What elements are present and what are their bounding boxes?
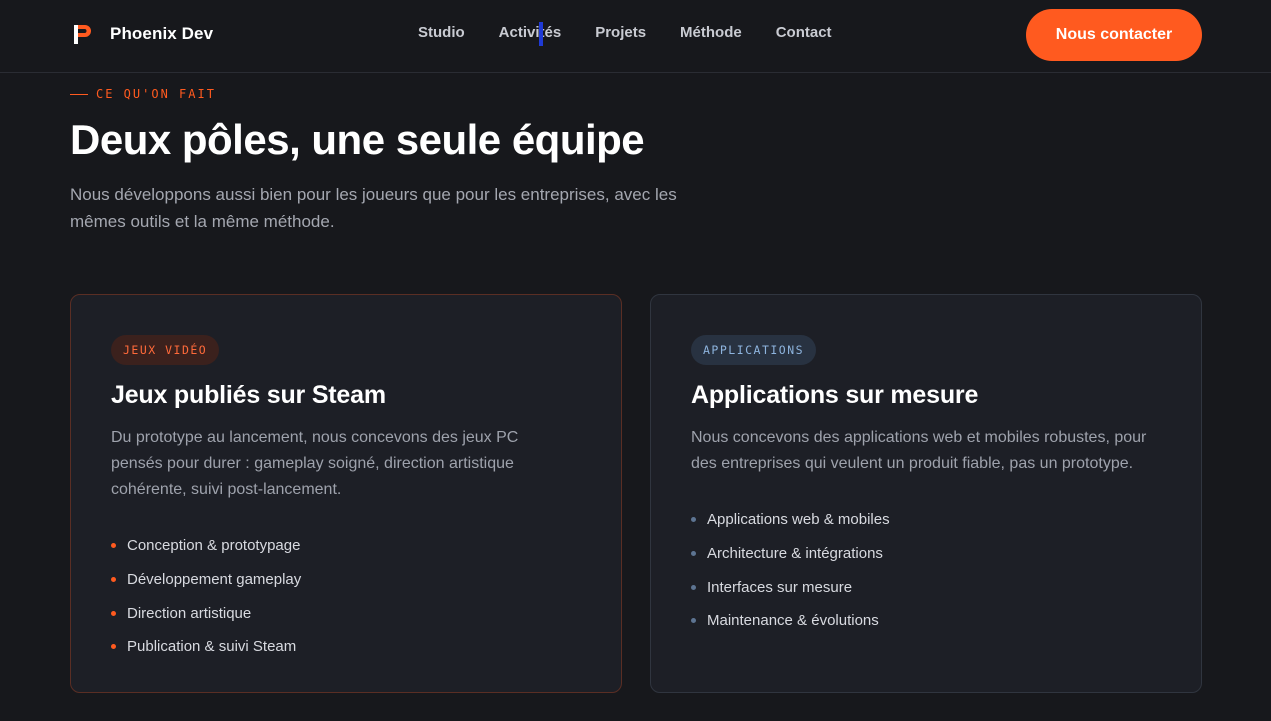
feature-label: Conception & prototypage — [127, 537, 301, 555]
feature-label: Architecture & intégrations — [707, 545, 883, 563]
nav-contact[interactable]: Contact — [776, 24, 832, 41]
phoenix-logo-icon — [74, 25, 91, 44]
nav-methode[interactable]: Méthode — [680, 24, 742, 41]
site-header: Phoenix Dev Studio Activités Projets Mét… — [0, 0, 1271, 73]
card-description-apps: Nous concevons des applications web et m… — [691, 429, 1147, 472]
contact-us-button[interactable]: Nous contacter — [1026, 9, 1202, 61]
card-tag-games: JEUX VIDÉO — [111, 335, 220, 365]
feature-list-games: Conception & prototypage Développement g… — [111, 529, 581, 664]
list-item: Développement gameplay — [111, 563, 581, 597]
list-item: Publication & suivi Steam — [111, 630, 581, 664]
feature-label: Publication & suivi Steam — [127, 638, 297, 656]
bullet-icon — [691, 584, 696, 590]
brand-name: Phoenix Dev — [110, 24, 214, 43]
card-title-games: Jeux publiés sur Steam — [111, 381, 386, 409]
feature-label: Développement gameplay — [127, 571, 302, 589]
list-item: Maintenance & évolutions — [691, 604, 1161, 638]
section-title: Deux pôles, une seule équipe — [70, 116, 645, 163]
eyebrow-dash — [70, 93, 88, 95]
brand-link[interactable]: Phoenix Dev — [72, 22, 213, 46]
feature-label: Direction artistique — [127, 604, 252, 622]
nav-activites[interactable]: Activités — [499, 22, 561, 46]
bullet-icon — [111, 543, 116, 549]
list-item: Applications web & mobiles — [691, 503, 1161, 537]
list-item: Conception & prototypage — [111, 529, 581, 563]
list-item: Direction artistique — [111, 596, 581, 630]
feature-label: Applications web & mobiles — [707, 511, 890, 529]
feature-list-apps: Applications web & mobiles Architecture … — [691, 503, 1161, 638]
bullet-icon — [111, 610, 116, 616]
card-description-games: Du prototype au lancement, nous concevon… — [111, 429, 519, 498]
bullet-icon — [111, 644, 116, 650]
section-eyebrow: CE QU'ON FAIT — [70, 87, 216, 101]
card-apps: APPLICATIONS Applications sur mesure Nou… — [650, 294, 1202, 693]
feature-label: Interfaces sur mesure — [707, 578, 853, 596]
list-item: Interfaces sur mesure — [691, 570, 1161, 604]
main-nav: Studio Activités Projets Méthode Contact — [418, 22, 866, 46]
card-title-apps: Applications sur mesure — [691, 381, 979, 409]
bullet-icon — [691, 618, 696, 624]
bullet-icon — [691, 517, 696, 523]
eyebrow-text: CE QU'ON FAIT — [96, 87, 216, 101]
card-tag-apps: APPLICATIONS — [691, 335, 817, 365]
bullet-icon — [111, 577, 116, 583]
nav-studio[interactable]: Studio — [418, 24, 465, 41]
bullet-icon — [691, 551, 696, 557]
nav-projets[interactable]: Projets — [595, 24, 646, 41]
section-lead: Nous développons aussi bien pour les jou… — [70, 185, 677, 231]
feature-label: Maintenance & évolutions — [707, 612, 879, 630]
list-item: Architecture & intégrations — [691, 537, 1161, 571]
card-games: JEUX VIDÉO Jeux publiés sur Steam Du pro… — [70, 294, 622, 693]
